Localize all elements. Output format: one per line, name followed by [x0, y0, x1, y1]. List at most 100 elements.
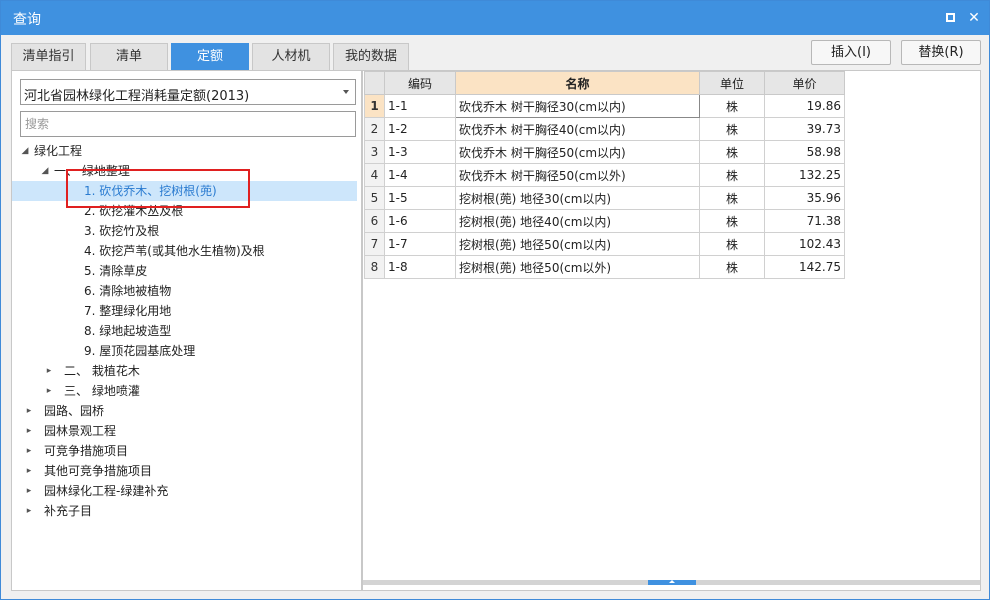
tree-node-greening[interactable]: ◢ 绿化工程: [12, 141, 357, 161]
tab-labor-material[interactable]: 人材机: [252, 43, 330, 70]
cell-unit[interactable]: 株: [699, 117, 765, 141]
tree-node-label: 其他可竞争措施项目: [44, 464, 153, 478]
table-row[interactable]: 3 1-3 砍伐乔木 树干胸径50(cm以内) 株 58.98: [364, 140, 845, 164]
cell-code[interactable]: 1-8: [384, 255, 456, 279]
cell-code[interactable]: 1-5: [384, 186, 456, 210]
tree-node-label: 5. 清除草皮: [84, 264, 148, 278]
tree-node-label: 绿化工程: [34, 144, 83, 158]
cell-code[interactable]: 1-7: [384, 232, 456, 256]
tree-node-reeds[interactable]: 4. 砍挖芦苇(或其他水生植物)及根: [12, 241, 357, 261]
cell-unit[interactable]: 株: [699, 186, 765, 210]
expand-icon[interactable]: ▸: [24, 401, 34, 421]
cell-code[interactable]: 1-4: [384, 163, 456, 187]
cell-unit[interactable]: 株: [699, 94, 765, 118]
cell-name[interactable]: 砍伐乔木 树干胸径50(cm以外): [455, 163, 700, 187]
cell-unit[interactable]: 株: [699, 140, 765, 164]
cell-code[interactable]: 1-1: [384, 94, 456, 118]
tree-node-label: 三、 绿地喷灌: [64, 384, 140, 398]
row-number: 8: [364, 255, 385, 279]
tree-node-turf[interactable]: 5. 清除草皮: [12, 261, 357, 281]
tree-node-slope-shaping[interactable]: 8. 绿地起坡造型: [12, 321, 357, 341]
cell-price[interactable]: 58.98: [764, 140, 845, 164]
cell-name[interactable]: 挖树根(蔸) 地径40(cm以内): [455, 209, 700, 233]
table-row[interactable]: 1 1-1 砍伐乔木 树干胸径30(cm以内) 株 19.86: [364, 94, 845, 118]
cell-name[interactable]: 挖树根(蔸) 地径50(cm以外): [455, 255, 700, 279]
column-header-unit[interactable]: 单位: [699, 71, 765, 95]
panel-splitter[interactable]: [363, 580, 980, 585]
replace-button[interactable]: 替换(R): [901, 40, 981, 65]
cell-unit[interactable]: 株: [699, 209, 765, 233]
tab-quota[interactable]: 定额: [171, 43, 249, 70]
cell-unit[interactable]: 株: [699, 163, 765, 187]
tree-node-other-measures[interactable]: ▸ 其他可竞争措施项目: [12, 461, 357, 481]
cell-code[interactable]: 1-3: [384, 140, 456, 164]
expand-icon[interactable]: ▸: [24, 481, 34, 501]
expand-icon[interactable]: ▸: [44, 361, 54, 381]
tree-node-supplementary[interactable]: ▸ 补充子目: [12, 501, 357, 521]
search-input[interactable]: [20, 111, 356, 137]
tree-node-green-building[interactable]: ▸ 园林绿化工程-绿建补充: [12, 481, 357, 501]
column-header-price[interactable]: 单价: [764, 71, 845, 95]
tree-node-landscape[interactable]: ▸ 园林景观工程: [12, 421, 357, 441]
row-number: 3: [364, 140, 385, 164]
tree-node-bamboo[interactable]: 3. 砍挖竹及根: [12, 221, 357, 241]
column-header-name[interactable]: 名称: [455, 71, 700, 95]
tree-node-planting[interactable]: ▸ 二、 栽植花木: [12, 361, 357, 381]
cell-name[interactable]: 砍伐乔木 树干胸径50(cm以内): [455, 140, 700, 164]
tree-node-competitive-measures[interactable]: ▸ 可竞争措施项目: [12, 441, 357, 461]
cell-price[interactable]: 35.96: [764, 186, 845, 210]
cell-price[interactable]: 39.73: [764, 117, 845, 141]
tab-bill-guide[interactable]: 清单指引: [11, 43, 86, 70]
cell-name[interactable]: 砍伐乔木 树干胸径40(cm以内): [455, 117, 700, 141]
cell-code[interactable]: 1-6: [384, 209, 456, 233]
tree-node-label: 园林景观工程: [44, 424, 117, 438]
tree-node-label: 3. 砍挖竹及根: [84, 224, 160, 238]
left-panel: 河北省园林绿化工程消耗量定额(2013) ◢ 绿化工程 ◢ 一、 绿地整理 1.…: [11, 70, 362, 591]
expand-icon[interactable]: ▸: [44, 381, 54, 401]
tab-my-data[interactable]: 我的数据: [333, 43, 409, 70]
tree-node-roof-garden[interactable]: 9. 屋顶花园基底处理: [12, 341, 357, 361]
expand-icon[interactable]: ▸: [24, 421, 34, 441]
tree-node-paths-bridges[interactable]: ▸ 园路、园桥: [12, 401, 357, 421]
expand-icon[interactable]: ▸: [24, 441, 34, 461]
expand-icon[interactable]: ◢: [40, 161, 50, 181]
table-row[interactable]: 5 1-5 挖树根(蔸) 地径30(cm以内) 株 35.96: [364, 186, 845, 210]
insert-button[interactable]: 插入(I): [811, 40, 891, 65]
expand-icon[interactable]: ▸: [24, 501, 34, 521]
collapse-handle[interactable]: [648, 580, 696, 585]
expand-icon[interactable]: ◢: [20, 141, 30, 161]
cell-price[interactable]: 71.38: [764, 209, 845, 233]
cell-price[interactable]: 142.75: [764, 255, 845, 279]
table-row[interactable]: 2 1-2 砍伐乔木 树干胸径40(cm以内) 株 39.73: [364, 117, 845, 141]
cell-code[interactable]: 1-2: [384, 117, 456, 141]
tree-node-land-grading[interactable]: 7. 整理绿化用地: [12, 301, 357, 321]
tree-node-irrigation[interactable]: ▸ 三、 绿地喷灌: [12, 381, 357, 401]
tree-node-label: 8. 绿地起坡造型: [84, 324, 172, 338]
cell-unit[interactable]: 株: [699, 232, 765, 256]
title-bar[interactable]: 查询 ✕: [1, 1, 989, 35]
column-header-code[interactable]: 编码: [384, 71, 456, 95]
table-row[interactable]: 6 1-6 挖树根(蔸) 地径40(cm以内) 株 71.38: [364, 209, 845, 233]
expand-icon[interactable]: ▸: [24, 461, 34, 481]
table-row[interactable]: 8 1-8 挖树根(蔸) 地径50(cm以外) 株 142.75: [364, 255, 845, 279]
cell-unit[interactable]: 株: [699, 255, 765, 279]
row-number: 6: [364, 209, 385, 233]
row-number-header: [364, 71, 385, 95]
restore-icon[interactable]: [941, 9, 959, 27]
cell-name[interactable]: 挖树根(蔸) 地径50(cm以内): [455, 232, 700, 256]
table-row[interactable]: 7 1-7 挖树根(蔸) 地径50(cm以内) 株 102.43: [364, 232, 845, 256]
table-header-row: 编码 名称 单位 单价: [364, 71, 845, 95]
tree-node-ground-cover[interactable]: 6. 清除地被植物: [12, 281, 357, 301]
tree-node-label: 9. 屋顶花园基底处理: [84, 344, 196, 358]
table-row[interactable]: 4 1-4 砍伐乔木 树干胸径50(cm以外) 株 132.25: [364, 163, 845, 187]
cell-name[interactable]: 砍伐乔木 树干胸径30(cm以内): [455, 94, 700, 118]
chevron-down-icon: [343, 90, 349, 94]
right-panel: 编码 名称 单位 单价 1 1-1 砍伐乔木 树干胸径30(cm以内) 株 19…: [362, 70, 981, 591]
cell-name[interactable]: 挖树根(蔸) 地径30(cm以内): [455, 186, 700, 210]
cell-price[interactable]: 132.25: [764, 163, 845, 187]
cell-price[interactable]: 19.86: [764, 94, 845, 118]
quota-library-select[interactable]: 河北省园林绿化工程消耗量定额(2013): [20, 79, 356, 105]
close-icon[interactable]: ✕: [965, 9, 983, 27]
cell-price[interactable]: 102.43: [764, 232, 845, 256]
tab-bill[interactable]: 清单: [90, 43, 168, 70]
